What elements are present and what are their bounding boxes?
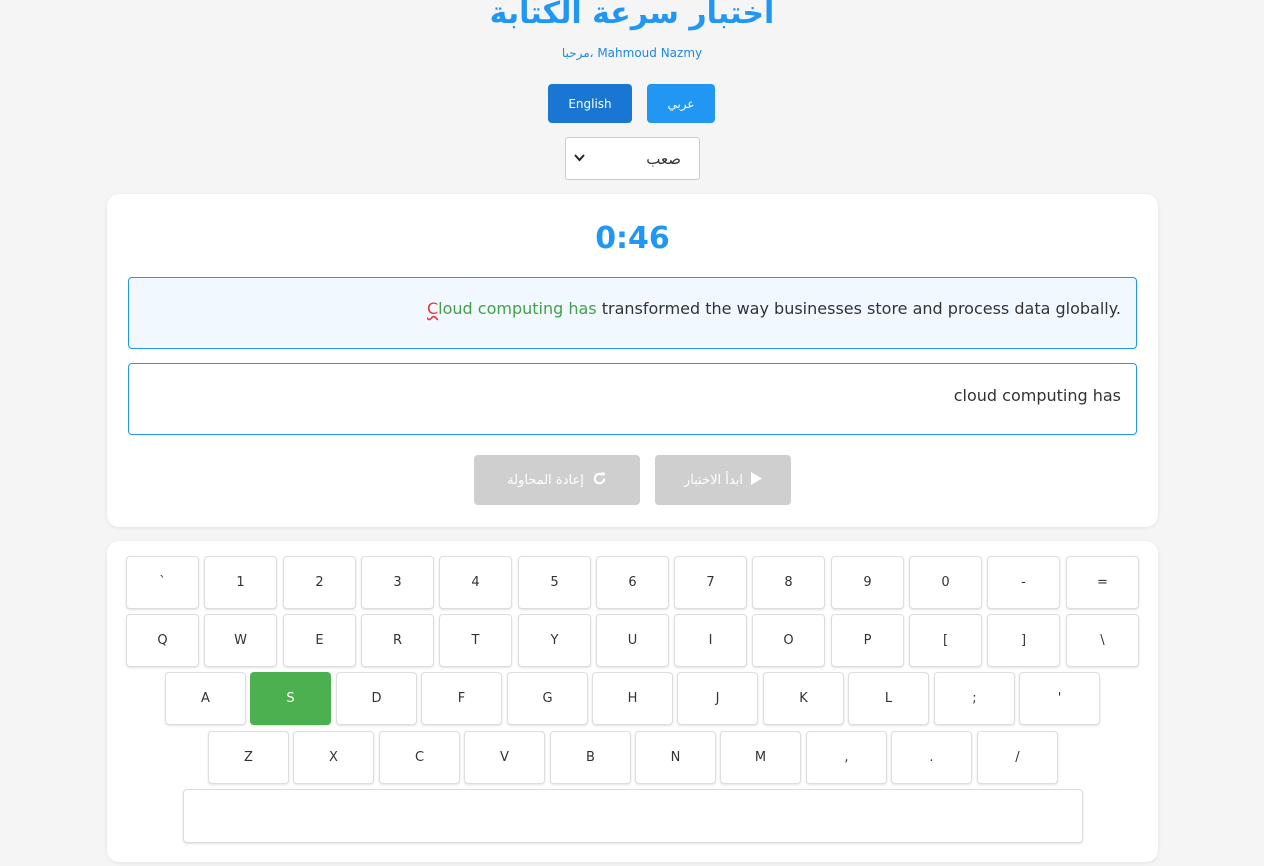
retry-button[interactable]: إعادة المحاولة [474, 455, 640, 505]
keyboard-key[interactable]: K [763, 672, 844, 725]
keyboard-key[interactable]: ] [987, 614, 1060, 667]
keyboard-key[interactable]: A [165, 672, 246, 725]
keyboard-key[interactable]: T [439, 614, 512, 667]
start-label: ابدأ الاختبار [684, 472, 743, 488]
start-button[interactable]: ابدأ الاختبار [655, 455, 791, 505]
keyboard-key[interactable]: X [293, 731, 374, 784]
timer: 0:46 [595, 221, 670, 256]
keyboard-key[interactable]: U [596, 614, 669, 667]
greeting-text: مرحبا، Mahmoud Nazmy [561, 46, 703, 60]
difficulty-value: صعب [646, 149, 681, 168]
keyboard-key[interactable]: = [1066, 556, 1139, 609]
keyboard-key[interactable]: 6 [596, 556, 669, 609]
keyboard-key[interactable]: 3 [361, 556, 434, 609]
keyboard-key[interactable]: 9 [831, 556, 904, 609]
page-title: اختبار سرعة الكتابة [489, 0, 775, 31]
arabic-button[interactable]: عربي [647, 84, 715, 123]
keyboard-key[interactable]: E [283, 614, 356, 667]
sample-text-box: Cloud computing has transformed the way … [128, 277, 1137, 349]
keyboard-key[interactable]: [ [909, 614, 982, 667]
keyboard-key[interactable]: W [204, 614, 277, 667]
keyboard-key[interactable]: D [336, 672, 417, 725]
keyboard-key[interactable]: 1 [204, 556, 277, 609]
keyboard-key[interactable]: C [379, 731, 460, 784]
keyboard-key[interactable]: . [891, 731, 972, 784]
keyboard-key[interactable]: S [250, 672, 331, 725]
keyboard-key[interactable]: / [977, 731, 1058, 784]
sample-correct-text: Cloud computing has [427, 299, 597, 318]
keyboard-key[interactable]: \ [1066, 614, 1139, 667]
keyboard-key[interactable]: B [550, 731, 631, 784]
keyboard-key[interactable]: G [507, 672, 588, 725]
keyboard-key[interactable]: 7 [674, 556, 747, 609]
keyboard-key[interactable]: N [635, 731, 716, 784]
keyboard-key[interactable]: J [677, 672, 758, 725]
keyboard-key[interactable]: M [720, 731, 801, 784]
english-button[interactable]: English [548, 84, 632, 123]
test-card: 0:46 Cloud computing has transformed the… [107, 194, 1158, 527]
keyboard-key[interactable]: ` [126, 556, 199, 609]
play-icon [750, 471, 762, 489]
keyboard-key[interactable]: P [831, 614, 904, 667]
keyboard-key[interactable]: R [361, 614, 434, 667]
retry-label: إعادة المحاولة [507, 472, 584, 488]
virtual-keyboard: ` 1 2 3 4 5 6 7 8 9 0- = Q W E R T Y U I O P[] \ A S D F G H J K L; ' Z X C… [107, 541, 1158, 862]
keyboard-key[interactable]: I [674, 614, 747, 667]
keyboard-key[interactable]: F [421, 672, 502, 725]
keyboard-key[interactable]: 4 [439, 556, 512, 609]
keyboard-key[interactable]: , [806, 731, 887, 784]
keyboard-key[interactable]: Z [208, 731, 289, 784]
keyboard-key[interactable]: 8 [752, 556, 825, 609]
difficulty-select[interactable]: صعب [565, 137, 700, 180]
keyboard-key-space[interactable] [183, 789, 1083, 843]
typed-text: cloud computing has [953, 386, 1121, 405]
keyboard-key[interactable]: 2 [283, 556, 356, 609]
keyboard-key[interactable]: ' [1019, 672, 1100, 725]
keyboard-key[interactable]: H [592, 672, 673, 725]
keyboard-key[interactable]: V [464, 731, 545, 784]
keyboard-key[interactable]: 0 [909, 556, 982, 609]
keyboard-key[interactable]: L [848, 672, 929, 725]
keyboard-key[interactable]: O [752, 614, 825, 667]
keyboard-key[interactable]: Q [126, 614, 199, 667]
keyboard-key[interactable]: ; [934, 672, 1015, 725]
keyboard-key[interactable]: 5 [518, 556, 591, 609]
error-char: C [427, 299, 439, 318]
sample-remaining-text: transformed the way businesses store and… [596, 299, 1121, 318]
typing-input[interactable]: cloud computing has [128, 363, 1137, 435]
redo-icon [592, 471, 607, 490]
keyboard-key[interactable]: Y [518, 614, 591, 667]
keyboard-key[interactable]: - [987, 556, 1060, 609]
chevron-down-icon [574, 152, 585, 165]
